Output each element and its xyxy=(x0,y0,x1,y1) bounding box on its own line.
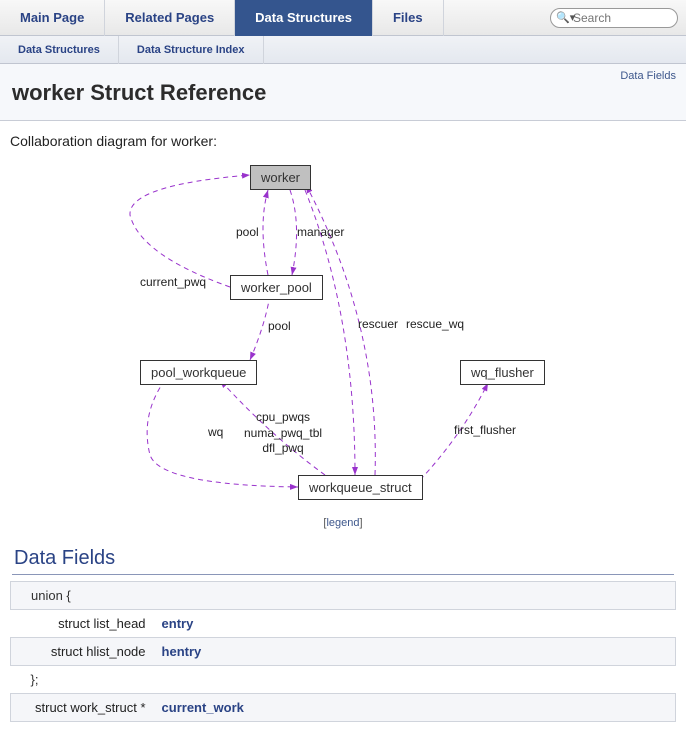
field-hentry[interactable]: hentry xyxy=(154,638,676,666)
tab-data-structures[interactable]: Data Structures xyxy=(235,0,373,36)
label-cpu-pwqs: cpu_pwqs numa_pwq_tbl dfl_pwq xyxy=(244,410,322,457)
diagram-edges xyxy=(10,155,676,515)
fields-table: union { struct list_head entry struct hl… xyxy=(10,581,676,722)
legend: [legend] xyxy=(10,517,676,529)
sub-tabs: Data Structures Data Structure Index xyxy=(0,36,686,64)
label-pool: pool xyxy=(236,225,259,241)
main-tabs: Main Page Related Pages Data Structures … xyxy=(0,0,686,36)
data-fields-link[interactable]: Data Fields xyxy=(620,70,676,82)
node-worker[interactable]: worker xyxy=(250,165,311,190)
union-open: union { xyxy=(11,582,676,610)
field-type: struct hlist_node xyxy=(11,638,154,666)
section-data-fields: Data Fields xyxy=(12,541,674,575)
label-wq: wq xyxy=(208,425,223,441)
table-row: struct hlist_node hentry xyxy=(11,638,676,666)
collab-text: Collaboration diagram for worker: xyxy=(10,133,676,149)
field-type: struct work_struct * xyxy=(11,694,154,722)
legend-link[interactable]: legend xyxy=(326,517,359,529)
collaboration-diagram: worker worker_pool pool_workqueue workqu… xyxy=(10,155,676,515)
label-rescuer: rescuer xyxy=(358,317,398,333)
label-rescue-wq: rescue_wq xyxy=(406,317,464,333)
label-manager: manager xyxy=(297,225,344,241)
node-pool-workqueue[interactable]: pool_workqueue xyxy=(140,360,257,385)
header-area: Data Fields worker Struct Reference xyxy=(0,64,686,121)
subtab-data-structures[interactable]: Data Structures xyxy=(0,36,119,64)
field-type: struct list_head xyxy=(11,610,154,638)
node-worker-pool[interactable]: worker_pool xyxy=(230,275,323,300)
search-box: 🔍▾ xyxy=(550,8,678,28)
label-first-flusher: first_flusher xyxy=(454,423,516,439)
table-row: union { xyxy=(11,582,676,610)
label-current-pwq: current_pwq xyxy=(140,275,206,291)
table-row: struct work_struct * current_work xyxy=(11,694,676,722)
union-close: }; xyxy=(11,666,676,694)
field-entry[interactable]: entry xyxy=(154,610,676,638)
table-row: struct list_head entry xyxy=(11,610,676,638)
tab-files[interactable]: Files xyxy=(373,0,444,36)
search-icon: 🔍▾ xyxy=(556,11,575,24)
tab-related-pages[interactable]: Related Pages xyxy=(105,0,235,36)
node-wq-flusher[interactable]: wq_flusher xyxy=(460,360,545,385)
node-workqueue-struct[interactable]: workqueue_struct xyxy=(298,475,423,500)
page-title: worker Struct Reference xyxy=(12,80,674,106)
label-pool2: pool xyxy=(268,319,291,335)
table-row: }; xyxy=(11,666,676,694)
subtab-data-structure-index[interactable]: Data Structure Index xyxy=(119,36,264,64)
field-current-work[interactable]: current_work xyxy=(154,694,676,722)
tab-main-page[interactable]: Main Page xyxy=(0,0,105,36)
